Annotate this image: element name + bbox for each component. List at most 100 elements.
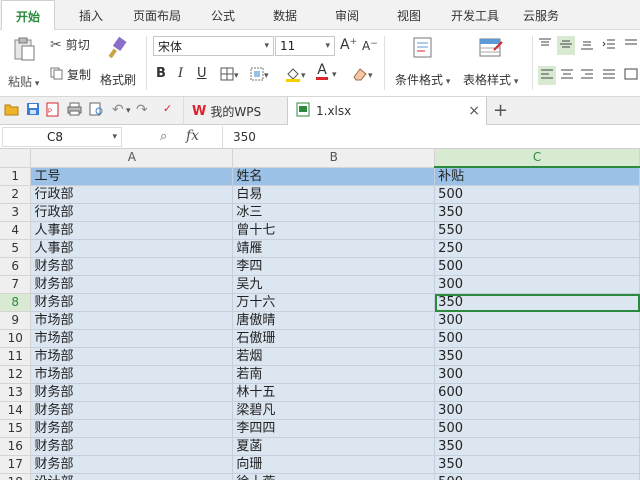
cell-b[interactable]: 向珊: [232, 455, 436, 474]
indent-button[interactable]: [602, 38, 616, 53]
row-header[interactable]: 16: [0, 437, 32, 456]
row-header[interactable]: 13: [0, 383, 32, 402]
print-icon[interactable]: [67, 102, 82, 116]
cell-c[interactable]: 350: [434, 203, 640, 222]
grow-font-button[interactable]: A +: [340, 37, 357, 53]
cell-b[interactable]: 吴九: [232, 275, 436, 294]
fill-color-button[interactable]: ▾: [285, 66, 306, 85]
folder-icon[interactable]: [4, 103, 19, 116]
cell-b[interactable]: 姓名: [232, 167, 436, 186]
cell-a[interactable]: 工号: [30, 167, 234, 186]
cell-c[interactable]: 补贴: [434, 167, 640, 186]
underline-button[interactable]: U: [197, 66, 207, 81]
row-header[interactable]: 10: [0, 329, 32, 348]
tab-file[interactable]: 1.xlsx ×: [287, 97, 487, 125]
cell-a[interactable]: 人事部: [30, 239, 234, 258]
cell-a[interactable]: 财务部: [30, 419, 234, 438]
row-header[interactable]: 1: [0, 167, 32, 186]
ribbon-tab-4[interactable]: 数据: [273, 7, 297, 24]
chevron-down-icon[interactable]: ▾: [126, 106, 131, 116]
ribbon-tab-0[interactable]: 开始: [1, 0, 56, 31]
row-header[interactable]: 15: [0, 419, 32, 438]
zoom-icon[interactable]: ⌕: [160, 129, 167, 144]
cell-b[interactable]: 若烟: [232, 347, 436, 366]
cell-c[interactable]: 500: [434, 329, 640, 348]
format-painter-button[interactable]: 格式刷: [100, 36, 136, 88]
wrap-button[interactable]: [624, 38, 638, 53]
cell-c[interactable]: 350: [434, 293, 640, 312]
align-middle-button[interactable]: [557, 36, 575, 55]
align-top-button[interactable]: [538, 38, 552, 53]
cell-b[interactable]: 曾十七: [232, 221, 436, 240]
font-size-select[interactable]: 11 ▾: [275, 36, 335, 56]
shrink-font-button[interactable]: A −: [362, 39, 378, 53]
name-box[interactable]: C8 ▾: [2, 127, 122, 147]
ribbon-tab-2[interactable]: 页面布局: [133, 7, 181, 24]
paste-button[interactable]: 粘贴 ▾: [8, 36, 39, 90]
cell-a[interactable]: 行政部: [30, 185, 234, 204]
row-header[interactable]: 12: [0, 365, 32, 384]
ribbon-tab-8[interactable]: 云服务: [523, 7, 559, 24]
cell-b[interactable]: 唐傲晴: [232, 311, 436, 330]
cell-a[interactable]: 人事部: [30, 221, 234, 240]
export-pdf-icon[interactable]: P: [46, 102, 60, 117]
clear-format-button[interactable]: ▾: [352, 66, 373, 85]
cell-c[interactable]: 500: [434, 419, 640, 438]
border-button[interactable]: ▾: [220, 67, 239, 84]
cell-a[interactable]: 财务部: [30, 455, 234, 474]
cell-c[interactable]: 350: [434, 347, 640, 366]
cell-a[interactable]: 财务部: [30, 257, 234, 276]
cell-b[interactable]: 夏菡: [232, 437, 436, 456]
table-style-button[interactable]: 表格样式 ▾: [463, 36, 518, 88]
cell-a[interactable]: 财务部: [30, 275, 234, 294]
row-header[interactable]: 6: [0, 257, 32, 276]
cell-c[interactable]: 350: [434, 455, 640, 474]
row-header[interactable]: 14: [0, 401, 32, 420]
cell-c[interactable]: 500: [434, 473, 640, 480]
row-header[interactable]: 2: [0, 185, 32, 204]
cell-c[interactable]: 500: [434, 257, 640, 276]
cell-c[interactable]: 500: [434, 185, 640, 204]
font-color-button[interactable]: A: [316, 63, 328, 80]
cut-button[interactable]: ✂ 剪切: [50, 36, 90, 53]
font-name-select[interactable]: 宋体 ▾: [153, 36, 274, 56]
customize-toolbar-icon[interactable]: ✓: [163, 102, 172, 115]
row-header[interactable]: 5: [0, 239, 32, 258]
tab-my-wps[interactable]: W 我的WPS: [183, 97, 269, 125]
row-header[interactable]: 9: [0, 311, 32, 330]
cell-a[interactable]: 市场部: [30, 329, 234, 348]
close-icon[interactable]: ×: [468, 103, 480, 119]
cell-c[interactable]: 300: [434, 311, 640, 330]
bold-button[interactable]: B: [156, 66, 166, 81]
fx-icon[interactable]: fx: [186, 128, 199, 144]
copy-button[interactable]: 复制: [50, 66, 91, 83]
spreadsheet-grid[interactable]: A B C 1 工号 姓名 补贴 2 行政部 白易 500 3 行政部 冰三 350 4 人事部 曾十七 550 5 人…: [0, 149, 640, 480]
cell-b[interactable]: 冰三: [232, 203, 436, 222]
row-header[interactable]: 11: [0, 347, 32, 366]
cell-c[interactable]: 350: [434, 437, 640, 456]
cell-c[interactable]: 550: [434, 221, 640, 240]
cell-b[interactable]: 白易: [232, 185, 436, 204]
cell-b[interactable]: 若南: [232, 365, 436, 384]
cell-b[interactable]: 万十六: [232, 293, 436, 312]
cell-b[interactable]: 靖雁: [232, 239, 436, 258]
row-header[interactable]: 4: [0, 221, 32, 240]
merge-button[interactable]: ▾: [250, 67, 269, 84]
cell-c[interactable]: 250: [434, 239, 640, 258]
column-header-b[interactable]: B: [232, 149, 436, 168]
italic-button[interactable]: I: [178, 66, 183, 81]
ribbon-tab-6[interactable]: 视图: [397, 7, 421, 24]
align-right-button[interactable]: [580, 68, 594, 83]
column-header-c[interactable]: C: [434, 149, 640, 168]
ribbon-tab-7[interactable]: 开发工具: [451, 7, 499, 24]
cell-b[interactable]: 徐十燕: [232, 473, 436, 480]
row-header[interactable]: 7: [0, 275, 32, 294]
cell-c[interactable]: 600: [434, 383, 640, 402]
chevron-down-icon[interactable]: ▾: [332, 70, 337, 80]
cell-a[interactable]: 行政部: [30, 203, 234, 222]
ribbon-tab-3[interactable]: 公式: [211, 7, 235, 24]
conditional-format-button[interactable]: 条件格式 ▾: [395, 36, 450, 88]
cell-a[interactable]: 市场部: [30, 347, 234, 366]
cell-b[interactable]: 梁碧凡: [232, 401, 436, 420]
column-header-a[interactable]: A: [30, 149, 234, 168]
